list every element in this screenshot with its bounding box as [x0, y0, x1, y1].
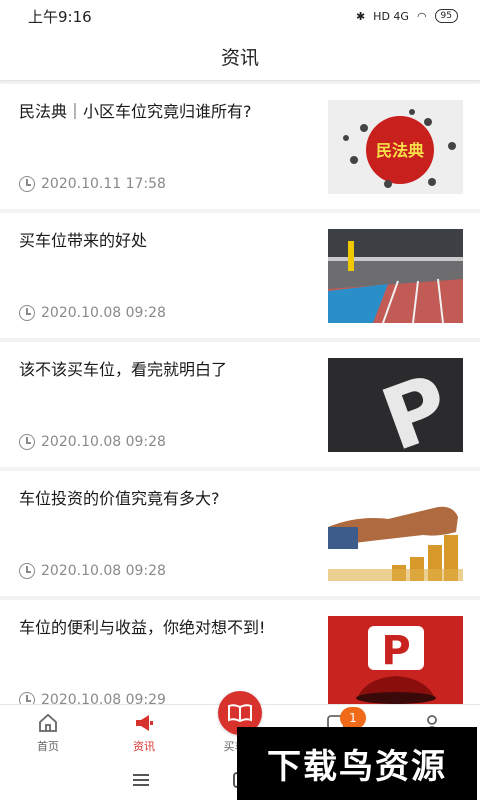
- article-title: 车位的便利与收益，你绝对想不到!: [19, 618, 266, 637]
- article-time-text: 2020.10.08 09:28: [41, 434, 166, 450]
- article-title: 买车位带来的好处: [19, 231, 148, 250]
- article-list[interactable]: 民法典｜小区车位究竟归谁所有? 2020.10.11 17:58 民法典 买车位…: [0, 84, 480, 704]
- article-title: 车位投资的价值究竟有多大?: [19, 489, 220, 508]
- article-time: 2020.10.11 17:58: [19, 176, 166, 192]
- signal-icon: HD 4G: [373, 9, 409, 23]
- tab-label: 首页: [37, 740, 59, 753]
- clock-icon: [19, 176, 35, 192]
- article-time: 2020.10.08 09:28: [19, 563, 166, 579]
- unread-badge: 1: [340, 707, 366, 729]
- article-title: 该不该买车位，看完就明白了: [19, 360, 228, 379]
- article-time-text: 2020.10.08 09:28: [41, 563, 166, 579]
- status-bar: 上午9:16 ✱ HD 4G ◠ 95: [0, 0, 480, 32]
- page-title: 资讯: [220, 46, 259, 69]
- clock-icon: [19, 692, 35, 704]
- article-item[interactable]: 买车位带来的好处 2020.10.08 09:28: [0, 213, 480, 338]
- article-time: 2020.10.08 09:28: [19, 434, 166, 450]
- clock-icon: [19, 563, 35, 579]
- status-time: 上午9:16: [28, 7, 92, 26]
- article-item[interactable]: 车位的便利与收益，你绝对想不到! 2020.10.08 09:29 P: [0, 600, 480, 704]
- status-icons: ✱ HD 4G ◠ 95: [356, 9, 458, 23]
- thumb-label: P: [381, 628, 410, 674]
- article-time-text: 2020.10.11 17:58: [41, 176, 166, 192]
- clock-icon: [19, 434, 35, 450]
- wifi-icon: ◠: [416, 9, 427, 23]
- bluetooth-icon: ✱: [355, 9, 366, 23]
- watermark: 下载鸟资源: [237, 727, 477, 800]
- clock-icon: [19, 305, 35, 321]
- article-item[interactable]: 民法典｜小区车位究竟归谁所有? 2020.10.11 17:58 民法典: [0, 84, 480, 209]
- home-icon: [39, 713, 57, 732]
- article-time-text: 2020.10.08 09:28: [41, 305, 166, 321]
- tab-label: 资讯: [133, 740, 155, 753]
- article-title: 民法典｜小区车位究竟归谁所有?: [19, 102, 252, 121]
- article-time: 2020.10.08 09:29: [19, 692, 166, 704]
- article-time-text: 2020.10.08 09:29: [41, 692, 166, 704]
- article-item[interactable]: 车位投资的价值究竟有多大? 2020.10.08 09:28: [0, 471, 480, 596]
- thumb-label: 民法典: [376, 141, 424, 160]
- tab-home[interactable]: 首页: [0, 705, 96, 760]
- page-header: 资讯: [0, 32, 480, 80]
- article-thumbnail: 民法典: [328, 100, 463, 194]
- article-thumbnail: [328, 229, 463, 323]
- book-icon: [228, 704, 252, 723]
- menu-icon[interactable]: [133, 774, 149, 786]
- article-thumbnail: P: [328, 358, 463, 452]
- battery-icon: 95: [434, 9, 458, 23]
- article-thumbnail: [328, 487, 463, 581]
- article-item[interactable]: 该不该买车位，看完就明白了 2020.10.08 09:28 P: [0, 342, 480, 467]
- article-thumbnail: P: [328, 616, 463, 704]
- article-time: 2020.10.08 09:28: [19, 305, 166, 321]
- tab-news[interactable]: 资讯: [96, 705, 192, 760]
- megaphone-icon: [136, 715, 153, 731]
